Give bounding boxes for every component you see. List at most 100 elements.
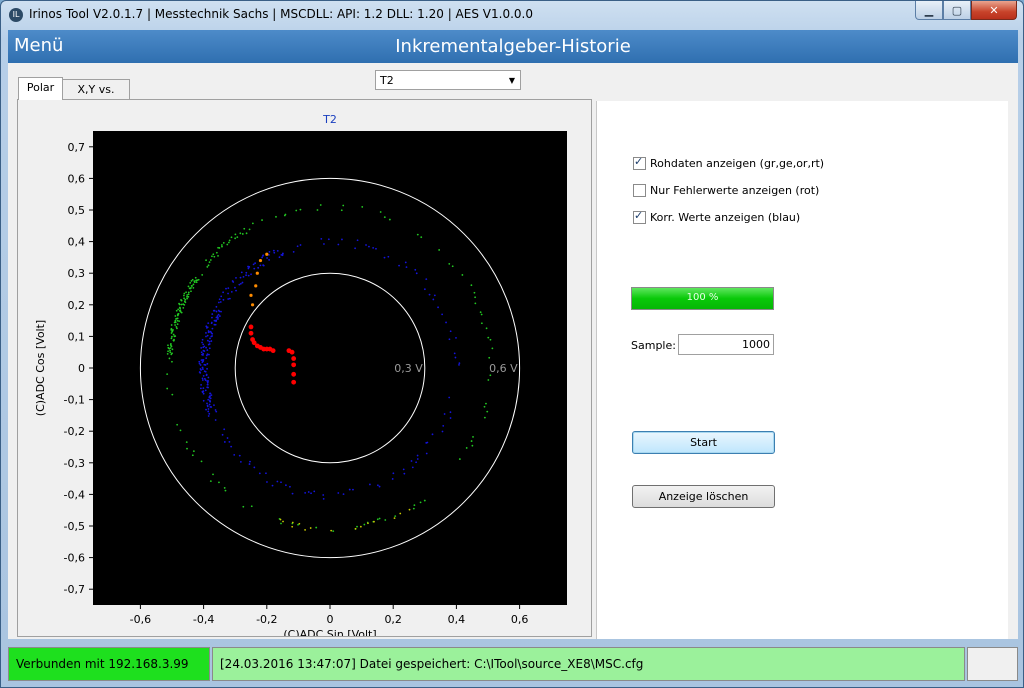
data-point bbox=[242, 275, 245, 278]
data-point bbox=[207, 376, 210, 379]
data-point bbox=[213, 404, 215, 407]
data-point bbox=[448, 396, 451, 399]
data-point bbox=[337, 492, 340, 494]
corrected-values-checkbox[interactable]: Korr. Werte anzeigen (blau) bbox=[633, 209, 800, 224]
data-point bbox=[192, 286, 195, 289]
maximize-button[interactable]: ▢ bbox=[943, 1, 971, 20]
raw-data-checkbox[interactable]: Rohdaten anzeigen (gr,ge,or,rt) bbox=[633, 155, 824, 170]
data-point bbox=[241, 233, 244, 235]
clear-display-button[interactable]: Anzeige löschen bbox=[632, 485, 775, 508]
data-point bbox=[215, 305, 218, 308]
data-point bbox=[200, 369, 202, 371]
data-point bbox=[310, 492, 312, 495]
polar-chart[interactable]: T2 0,7 0,6 0,5 0,4 0,3 0,2 0,1 0 -0,1 -0,2 -0,3 -0,4… bbox=[18, 100, 591, 636]
errors-only-checkbox[interactable]: Nur Fehlerwerte anzeigen (rot) bbox=[633, 184, 819, 197]
data-point bbox=[354, 527, 357, 530]
start-button[interactable]: Start bbox=[632, 431, 775, 454]
data-point bbox=[239, 232, 242, 235]
data-point bbox=[190, 290, 192, 293]
y-tick-label: 0,3 bbox=[68, 267, 86, 280]
y-tick-label: -0,5 bbox=[64, 520, 85, 533]
data-point bbox=[323, 243, 325, 245]
data-point bbox=[250, 273, 252, 276]
data-point bbox=[488, 356, 491, 359]
data-point bbox=[449, 330, 452, 333]
data-point bbox=[176, 423, 179, 426]
data-point bbox=[201, 368, 204, 370]
data-point bbox=[298, 522, 301, 525]
connection-status: Verbunden mit 192.168.3.99 bbox=[8, 647, 210, 681]
data-point bbox=[202, 392, 205, 395]
data-point bbox=[399, 512, 402, 515]
minimize-icon: ▁ bbox=[924, 3, 934, 17]
data-point bbox=[189, 281, 192, 284]
data-point bbox=[173, 335, 176, 338]
data-point bbox=[412, 507, 415, 510]
tab-polar[interactable]: Polar bbox=[18, 77, 63, 100]
data-point bbox=[185, 291, 187, 294]
data-point bbox=[203, 363, 206, 366]
data-point bbox=[230, 290, 233, 293]
channel-select[interactable]: T2 ▼ bbox=[375, 70, 521, 90]
data-point bbox=[410, 460, 413, 462]
data-point bbox=[174, 319, 177, 322]
data-point bbox=[258, 472, 261, 475]
data-point bbox=[276, 480, 279, 483]
data-point bbox=[489, 338, 492, 341]
tab-xy-vs-time[interactable]: X,Y vs. Time bbox=[62, 79, 130, 116]
data-point bbox=[383, 256, 386, 259]
data-point bbox=[205, 335, 207, 338]
data-point bbox=[292, 250, 295, 253]
data-point bbox=[342, 493, 345, 496]
checkbox-box[interactable] bbox=[633, 155, 646, 170]
checkbox-box[interactable] bbox=[633, 209, 646, 224]
data-point bbox=[178, 320, 181, 322]
chevron-down-icon[interactable]: ▼ bbox=[509, 76, 515, 85]
data-point bbox=[182, 306, 185, 309]
reference-circle-label: 0,3 V bbox=[394, 362, 423, 375]
sample-input[interactable]: 1000 bbox=[678, 334, 774, 355]
data-point bbox=[491, 347, 494, 350]
data-point bbox=[205, 346, 207, 349]
data-point bbox=[365, 244, 367, 246]
minimize-button[interactable]: ▁ bbox=[915, 1, 943, 20]
data-point bbox=[258, 258, 263, 263]
data-point bbox=[199, 387, 202, 390]
data-point bbox=[211, 332, 214, 335]
data-point bbox=[205, 357, 208, 360]
data-point bbox=[486, 410, 489, 413]
data-point bbox=[443, 413, 446, 415]
data-point bbox=[211, 313, 214, 315]
data-point bbox=[451, 265, 454, 268]
data-point bbox=[192, 283, 195, 286]
progress-bar: 100 % bbox=[631, 287, 774, 310]
data-point bbox=[201, 341, 203, 344]
data-point bbox=[304, 529, 306, 531]
data-point bbox=[206, 404, 209, 407]
data-point bbox=[379, 211, 382, 213]
data-point bbox=[230, 236, 233, 239]
data-point bbox=[201, 379, 204, 381]
data-point bbox=[207, 322, 210, 325]
checkbox-box[interactable] bbox=[633, 184, 646, 197]
data-point bbox=[470, 284, 473, 287]
data-point bbox=[206, 334, 209, 337]
data-point bbox=[309, 527, 312, 529]
title-bar[interactable]: IL Irinos Tool V2.0.1.7 | Messtechnik Sa… bbox=[1, 1, 1023, 29]
close-button[interactable]: ✕ bbox=[971, 1, 1017, 20]
x-tick-label: 0,4 bbox=[448, 613, 466, 626]
data-point bbox=[472, 436, 474, 438]
data-point bbox=[218, 247, 221, 249]
data-point bbox=[280, 522, 282, 525]
data-point bbox=[215, 251, 218, 254]
data-point bbox=[205, 326, 208, 329]
data-point bbox=[187, 291, 190, 294]
data-point bbox=[188, 287, 191, 290]
data-point bbox=[209, 337, 211, 340]
data-point bbox=[268, 259, 271, 261]
data-point bbox=[169, 347, 172, 349]
status-extra bbox=[967, 647, 1018, 681]
data-point bbox=[458, 363, 460, 366]
data-point bbox=[465, 447, 468, 449]
y-tick-label: 0,4 bbox=[68, 236, 86, 249]
